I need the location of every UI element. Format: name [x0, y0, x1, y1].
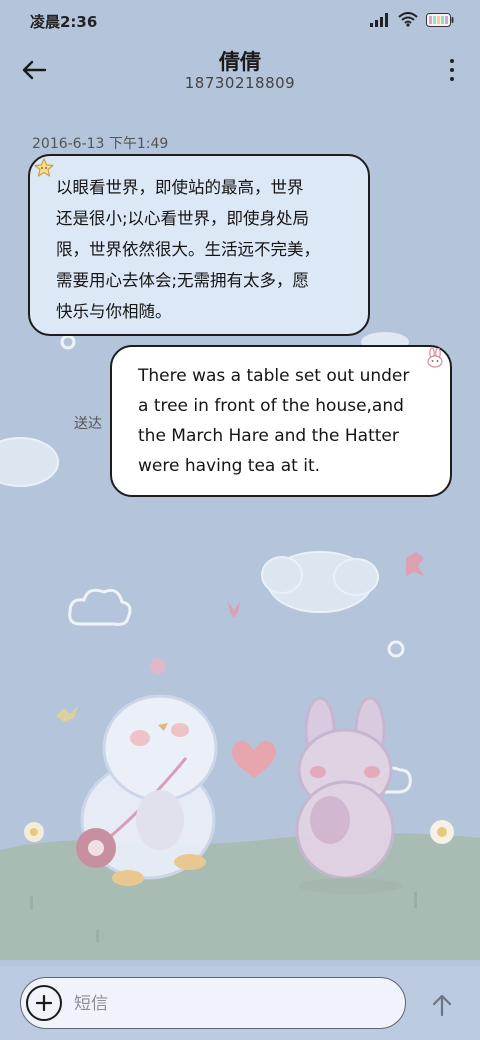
status-bar: 凌晨2:36	[0, 0, 480, 42]
message-line: There was a table set out under	[138, 366, 410, 386]
contact-number: 18730218809	[184, 74, 296, 92]
conversation-header: 倩倩 18730218809	[0, 42, 480, 104]
message-line: a tree in front of the house,and	[138, 396, 404, 416]
delivery-status: 送达	[74, 416, 102, 432]
more-options-button[interactable]	[446, 56, 458, 84]
wifi-icon	[398, 12, 418, 27]
status-icons	[370, 12, 454, 27]
status-time: 凌晨2:36	[30, 13, 98, 31]
star-sticker-icon	[34, 158, 54, 177]
message-line: 限，世界依然很大。生活远不完美，	[56, 240, 320, 259]
contact-name: 倩倩	[219, 50, 261, 74]
more-vertical-icon	[450, 59, 454, 63]
message-line: were having tea at it.	[138, 456, 321, 476]
outgoing-message-bubble[interactable]: There was a table set out under a tree i…	[110, 345, 452, 497]
add-attachment-button[interactable]	[26, 985, 62, 1021]
message-line: the March Hare and the Hatter	[138, 426, 399, 446]
message-line: 还是很小;以心看世界，即使身处局	[56, 209, 310, 228]
message-timestamp: 2016-6-13 下午1:49	[32, 136, 169, 152]
message-line: 以眼看世界，即使站的最高，世界	[56, 178, 304, 197]
signal-icon	[370, 12, 388, 27]
plus-circle-icon	[35, 994, 53, 1012]
battery-icon	[426, 12, 454, 27]
message-input[interactable]	[74, 990, 394, 1018]
bunny-sticker-icon	[427, 348, 443, 368]
message-line: 需要用心去体会;无需拥有太多，愿	[56, 271, 310, 290]
message-line: 快乐与你相随。	[56, 302, 172, 321]
incoming-message-bubble[interactable]: 以眼看世界，即使站的最高，世界 还是很小;以心看世界，即使身处局 限，世界依然很…	[28, 154, 370, 336]
arrow-up-icon	[432, 994, 452, 1017]
send-button[interactable]	[428, 990, 456, 1020]
